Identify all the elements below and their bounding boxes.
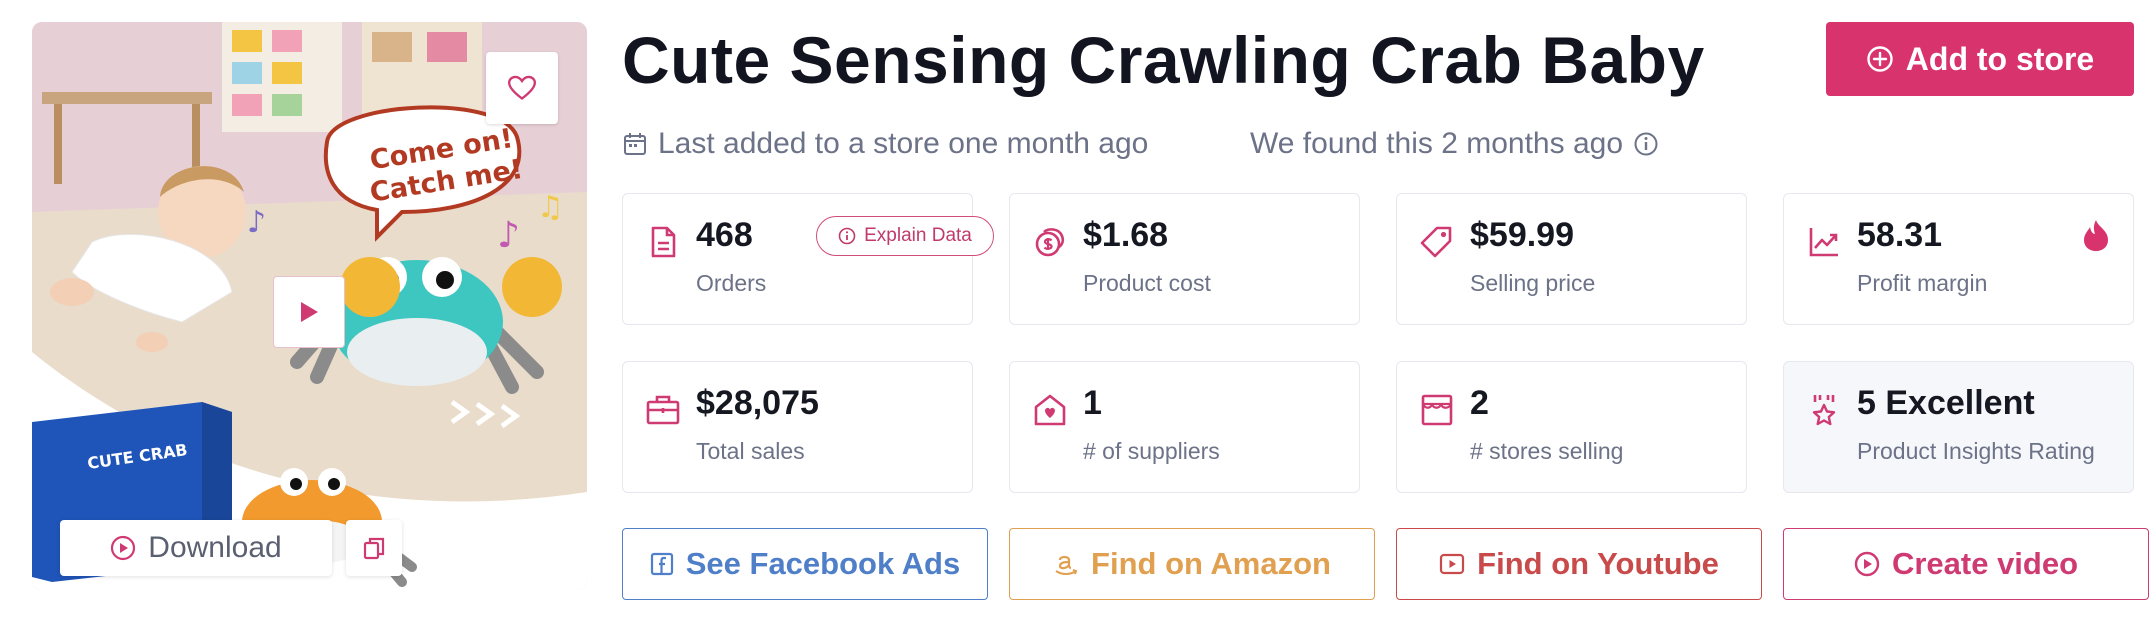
- award-icon: [1812, 395, 1836, 426]
- found-text: We found this 2 months ago: [1250, 127, 1624, 160]
- selling-price-value: $59.99: [1470, 216, 1574, 254]
- explain-data-button[interactable]: Explain Data: [816, 216, 994, 256]
- selling-price-label: Selling price: [1470, 270, 1596, 296]
- copy-icon: [363, 537, 385, 560]
- amazon-button[interactable]: Find on Amazon: [1009, 528, 1375, 600]
- briefcase-icon: [646, 395, 680, 425]
- play-video-button[interactable]: [273, 276, 345, 348]
- product-image-panel: ♪ ♫ ♪ Come on! Catch me! CUTE CRAB Downl…: [32, 22, 587, 590]
- stores-selling-value: 2: [1470, 384, 1489, 422]
- last-added-info: Last added to a store one month ago: [622, 124, 1148, 164]
- product-cost-label: Product cost: [1083, 270, 1211, 296]
- found-info: We found this 2 months ago: [1250, 124, 1659, 164]
- coins-icon: [1035, 228, 1065, 257]
- youtube-button[interactable]: Find on Youtube: [1396, 528, 1762, 600]
- add-to-store-button[interactable]: Add to store: [1826, 22, 2134, 96]
- play-icon: [301, 302, 318, 322]
- copy-button[interactable]: [346, 520, 402, 576]
- calendar-icon: [624, 133, 646, 155]
- stat-card-selling-price: $59.99 Selling price: [1396, 193, 1747, 325]
- supplier-house-icon: [1034, 394, 1066, 426]
- facebook-ads-label: See Facebook Ads: [685, 546, 961, 581]
- svg-text:♫: ♫: [537, 190, 564, 225]
- facebook-ads-button[interactable]: See Facebook Ads: [622, 528, 988, 600]
- stat-card-orders: 468 Orders Explain Data: [622, 193, 994, 325]
- stores-selling-label: # stores selling: [1470, 438, 1624, 464]
- orders-label: Orders: [696, 270, 767, 296]
- orders-value: 468: [696, 216, 753, 254]
- svg-text:♪: ♪: [497, 215, 520, 256]
- play-circle-icon: [111, 535, 136, 561]
- youtube-icon: [1440, 553, 1465, 575]
- amazon-label: Find on Amazon: [1091, 546, 1331, 581]
- download-label: Download: [148, 531, 282, 564]
- create-video-label: Create video: [1891, 546, 2079, 581]
- fire-icon: [2084, 220, 2108, 251]
- total-sales-label: Total sales: [696, 438, 805, 464]
- create-video-button[interactable]: Create video: [1783, 528, 2149, 600]
- last-added-text: Last added to a store one month ago: [658, 127, 1149, 160]
- tag-icon: [1420, 226, 1452, 258]
- facebook-icon: [650, 552, 673, 576]
- total-sales-value: $28,075: [696, 384, 819, 422]
- stat-card-profit-margin: 58.31 Profit margin: [1783, 193, 2134, 325]
- add-to-store-label: Add to store: [1905, 40, 2095, 77]
- plus-circle-icon: [1867, 46, 1893, 72]
- product-title: Cute Sensing Crawling Crab Baby: [622, 23, 1705, 97]
- suppliers-label: # of suppliers: [1083, 438, 1220, 464]
- profit-margin-value: 58.31: [1857, 216, 1943, 254]
- stat-card-product-cost: $1.68 Product cost: [1009, 193, 1360, 325]
- favorite-button[interactable]: [486, 52, 558, 124]
- rating-label: Product Insights Rating: [1857, 438, 2095, 464]
- info-icon[interactable]: [1633, 131, 1659, 157]
- document-icon: [651, 226, 676, 258]
- download-button[interactable]: Download: [60, 520, 332, 576]
- svg-text:♪: ♪: [247, 205, 266, 240]
- product-cost-value: $1.68: [1083, 216, 1169, 254]
- suppliers-value: 1: [1083, 384, 1102, 422]
- rating-value: 5 Excellent: [1857, 384, 2035, 422]
- stat-card-suppliers: 1 # of suppliers: [1009, 361, 1360, 493]
- info-icon: [838, 227, 856, 245]
- stat-card-rating: 5 Excellent Product Insights Rating: [1783, 361, 2134, 493]
- profit-margin-label: Profit margin: [1857, 270, 1988, 296]
- youtube-label: Find on Youtube: [1477, 546, 1719, 581]
- trend-chart-icon: [1809, 228, 1838, 257]
- explain-data-label: Explain Data: [864, 225, 972, 246]
- play-circle-icon: [1854, 551, 1880, 577]
- stat-card-total-sales: $28,075 Total sales: [622, 361, 973, 493]
- stat-card-stores-selling: 2 # stores selling: [1396, 361, 1747, 493]
- amazon-icon: [1055, 555, 1078, 575]
- heart-icon: [508, 75, 536, 100]
- store-icon: [1421, 394, 1453, 426]
